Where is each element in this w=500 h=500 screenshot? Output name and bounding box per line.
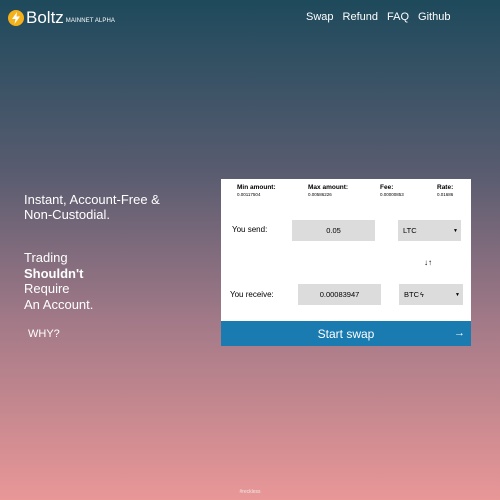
receive-coin-select[interactable]: BTCϟ ▼ bbox=[399, 284, 463, 305]
stat-label: Max amount: bbox=[308, 184, 349, 191]
stat-value: 0.01686 bbox=[437, 192, 454, 197]
main-nav: Swap Refund FAQ Github bbox=[306, 11, 450, 23]
nav-github[interactable]: Github bbox=[418, 11, 450, 23]
receive-coin-label: BTCϟ bbox=[404, 290, 424, 299]
slogan-shouldnt: Shouldn't bbox=[24, 265, 84, 281]
send-amount-input[interactable]: 0.05 bbox=[292, 220, 375, 241]
send-label: You send: bbox=[232, 225, 268, 234]
start-swap-button[interactable]: Start swap → bbox=[221, 321, 471, 346]
stat-rate: Rate: 0.01686 bbox=[437, 184, 453, 197]
swap-card: Min amount: 0.00117504 Max amount: 0.005… bbox=[221, 179, 471, 321]
receive-coin-text: BTC bbox=[404, 290, 419, 299]
slogan-trading: Trading bbox=[24, 250, 68, 265]
nav-swap[interactable]: Swap bbox=[306, 11, 334, 23]
send-coin-select[interactable]: LTC ▼ bbox=[398, 220, 461, 241]
trading-slogan: Trading Shouldn't Require An Account. bbox=[24, 250, 93, 312]
slogan-require: Require bbox=[24, 281, 70, 296]
receive-amount-field: 0.00083947 bbox=[298, 284, 381, 305]
send-coin-label: LTC bbox=[403, 226, 417, 235]
swap-direction-icon[interactable]: ↓↑ bbox=[424, 259, 432, 267]
logo-subtitle: MAINNET ALPHA bbox=[65, 18, 116, 24]
caret-down-icon: ▼ bbox=[453, 227, 458, 234]
stat-value: 0.00586226 bbox=[308, 192, 332, 197]
stat-label: Fee: bbox=[380, 184, 394, 191]
header: Boltz MAINNET ALPHA Swap Refund FAQ Gith… bbox=[0, 0, 500, 36]
stat-min-amount: Min amount: 0.00117504 bbox=[237, 184, 276, 197]
logo-text: Boltz bbox=[26, 8, 64, 27]
caret-down-icon: ▼ bbox=[455, 291, 460, 298]
slogan-account: An Account. bbox=[24, 296, 94, 312]
logo[interactable]: Boltz MAINNET ALPHA bbox=[8, 8, 116, 27]
lightning-icon: ϟ bbox=[420, 292, 424, 299]
stat-value: 0.00117504 bbox=[237, 192, 261, 197]
tagline: Instant, Account-Free & Non-Custodial. bbox=[24, 192, 160, 222]
footer-text: #reckless bbox=[239, 489, 261, 495]
stat-fee: Fee: 0.00000853 bbox=[380, 184, 404, 197]
nav-refund[interactable]: Refund bbox=[343, 11, 378, 23]
lightning-logo-icon bbox=[8, 10, 24, 26]
start-swap-label: Start swap bbox=[317, 326, 375, 341]
tagline-line-1: Instant, Account-Free & bbox=[24, 192, 160, 207]
stat-label: Rate: bbox=[437, 184, 454, 191]
tagline-line-2: Non-Custodial. bbox=[24, 207, 110, 222]
stat-label: Min amount: bbox=[237, 184, 276, 191]
stat-value: 0.00000853 bbox=[380, 192, 404, 197]
why-link[interactable]: WHY? bbox=[28, 328, 60, 340]
receive-label: You receive: bbox=[230, 290, 274, 299]
arrow-right-icon: → bbox=[454, 327, 465, 339]
nav-faq[interactable]: FAQ bbox=[387, 11, 409, 23]
stat-max-amount: Max amount: 0.00586226 bbox=[308, 184, 348, 197]
